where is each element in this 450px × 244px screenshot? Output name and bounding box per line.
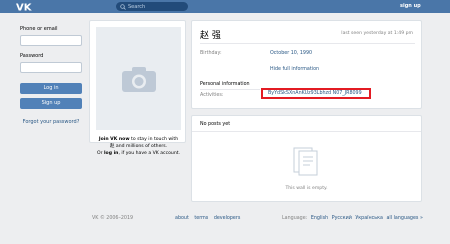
activities-label: Activities: (200, 93, 224, 98)
join-text-3b: , if you have a VK account. (118, 151, 180, 156)
join-text-3a: Or (97, 151, 104, 156)
join-text-1: to stay in touch with (129, 137, 179, 142)
join-prompt: Join VK now to stay in touch with 赵 and … (90, 136, 187, 157)
profile-photo-placeholder (96, 27, 181, 130)
lang-english[interactable]: English (311, 216, 328, 221)
login-button[interactable]: Log in (20, 83, 82, 94)
tab-posts[interactable]: No posts yet (200, 122, 230, 127)
footer-about-link[interactable]: about (175, 216, 189, 221)
lang-ukrainian[interactable]: Українська (355, 216, 383, 221)
wall-posts-card: No posts yet This wall is empty. (191, 115, 422, 202)
divider (200, 43, 415, 44)
forgot-password-link[interactable]: Forgot your password? (20, 119, 82, 125)
profile-info-card: 赵 强 last seen yesterday at 1:49 pm Birth… (191, 20, 422, 109)
phone-input[interactable] (20, 35, 82, 46)
activities-value[interactable]: ByYdSkSXnAnKUz93Lbhzd N07_JR8099 (268, 91, 362, 96)
search-input[interactable] (128, 2, 186, 11)
password-label: Password (20, 53, 44, 59)
lang-russian[interactable]: Русский (332, 216, 352, 221)
search-icon (120, 3, 126, 10)
lang-all[interactable]: all languages » (386, 216, 422, 221)
hide-full-info-link[interactable]: Hide full information (270, 67, 319, 72)
empty-wall-icon (293, 147, 318, 176)
login-link[interactable]: log in (104, 151, 118, 156)
last-seen-status: last seen yesterday at 1:49 pm (341, 31, 413, 36)
activities-highlight: ByYdSkSXnAnKUz93Lbhzd N07_JR8099 (261, 88, 371, 99)
camera-icon (121, 66, 156, 92)
section-divider (200, 89, 260, 90)
svg-text:VK: VK (16, 3, 33, 13)
login-form: Phone or email Password Log in Sign up F… (20, 26, 82, 125)
top-header: VK sign up (0, 0, 450, 13)
join-now-link[interactable]: Join VK now (99, 137, 130, 142)
footer-copyright: VK © 2006–2019 (92, 216, 134, 221)
profile-photo-card: Join VK now to stay in touch with 赵 and … (89, 20, 186, 156)
search-bar[interactable] (116, 2, 188, 11)
language-label: Language: (282, 216, 308, 221)
birthday-label: Birthday: (200, 51, 222, 56)
footer-language: Language: English Русский Українська all… (282, 216, 423, 221)
join-text-2: 赵 and millions of others. (109, 144, 168, 149)
password-input[interactable] (20, 62, 82, 73)
footer-links: about terms developers (175, 216, 244, 221)
tab-divider (192, 131, 421, 132)
signup-button[interactable]: Sign up (20, 98, 82, 109)
profile-name: 赵 强 (200, 31, 221, 41)
footer-developers-link[interactable]: developers (214, 216, 241, 221)
empty-wall-text: This wall is empty. (285, 186, 328, 191)
phone-label: Phone or email (20, 26, 58, 32)
footer-terms-link[interactable]: terms (194, 216, 208, 221)
personal-info-title: Personal information (200, 82, 250, 87)
signup-link[interactable]: sign up (400, 3, 421, 9)
birthday-value[interactable]: October 10, 1990 (270, 51, 312, 56)
vk-logo-icon[interactable]: VK (16, 1, 36, 13)
